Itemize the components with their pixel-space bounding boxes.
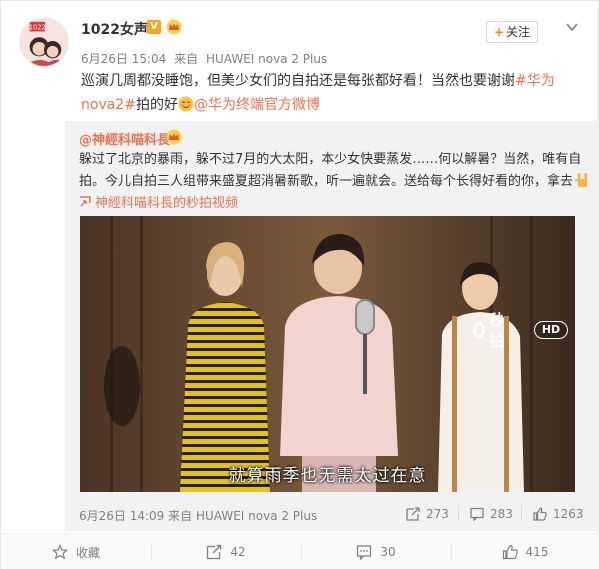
post-source[interactable]: HUAWEI nova 2 Plus (206, 52, 327, 66)
weibo-card: 1022 1022女声 V 6月26日 15:04 来自 HUAWEI nova… (0, 0, 599, 569)
comment-count: 30 (380, 545, 396, 559)
repost-comment-count[interactable]: 283 (470, 507, 513, 521)
video-link-label: 神經科喵科長的秒拍视频 (95, 196, 239, 211)
mention-link[interactable]: @华为终端官方微博 (194, 97, 320, 113)
rock-hand-emoji (575, 173, 588, 187)
divider (521, 505, 522, 521)
follow-label: 关注 (506, 25, 531, 39)
post-text: 巡演几周都没睡饱，但美少女们的自拍还是每张都好看！当然也要谢谢#华为nova2#… (81, 69, 581, 117)
hd-badge[interactable]: HD (534, 321, 568, 339)
repost-username[interactable]: @神經科喵科長 (79, 129, 170, 148)
comment-icon (470, 507, 484, 521)
crown-icon (166, 129, 182, 145)
repost-source-prefix: 来自 (168, 509, 193, 523)
like-icon (533, 507, 547, 521)
comment-icon (357, 545, 372, 560)
video-player[interactable]: 秒拍 HD 就算雨季也无需太过在意 (80, 216, 575, 492)
miaopai-ring-icon (473, 322, 486, 338)
repost-share-count[interactable]: 273 (406, 507, 449, 521)
post-text-2: 拍的好 (135, 97, 178, 113)
comment-count: 283 (490, 507, 513, 521)
chevron-down-icon[interactable] (564, 19, 580, 35)
post-meta: 6月26日 15:04 来自 HUAWEI nova 2 Plus (81, 50, 331, 67)
divider (458, 505, 459, 521)
like-count: 415 (525, 545, 549, 559)
source-prefix: 来自 (174, 52, 199, 66)
repost-body: 躲过了北京的暴雨，躲不过7月的大太阳，本少女快要蒸发……何以解暑？当然，唯有自拍… (79, 152, 582, 189)
verified-badge: V (147, 20, 161, 34)
video-subtitle: 就算雨季也无需太过在意 (228, 466, 427, 486)
repost-count: 273 (426, 507, 449, 521)
like-count: 1263 (553, 507, 584, 521)
repost-count: 42 (230, 545, 246, 559)
username[interactable]: 1022女声 (81, 19, 148, 39)
repost-box: @神經科喵科長 躲过了北京的暴雨，躲不过7月的大太阳，本少女快要蒸发……何以解暑… (65, 121, 599, 531)
repost-text: 躲过了北京的暴雨，躲不过7月的大太阳，本少女快要蒸发……何以解暑？当然，唯有自拍… (79, 149, 591, 215)
plus-icon: + (493, 25, 505, 39)
repost-meta: 6月26日 14:09 来自 HUAWEI nova 2 Plus (79, 507, 317, 524)
video-frame (80, 216, 575, 492)
like-icon (502, 544, 518, 560)
crown-icon (166, 19, 182, 35)
repost-icon (207, 544, 222, 560)
repost-like-count[interactable]: 1263 (533, 507, 584, 521)
video-link[interactable]: 神經科喵科長的秒拍视频 (79, 196, 238, 211)
avatar[interactable]: 1022 (19, 17, 69, 67)
repost-time[interactable]: 6月26日 14:09 (79, 509, 164, 523)
video-link-icon (80, 196, 91, 207)
miaopai-label: 秒拍 (489, 311, 505, 350)
follow-button[interactable]: + 关注 (486, 21, 538, 43)
repost-icon (406, 507, 420, 521)
post-time[interactable]: 6月26日 15:04 (81, 52, 166, 66)
comment-button[interactable]: 30 (301, 534, 451, 569)
like-button[interactable]: 415 (451, 534, 599, 569)
favorite-button[interactable]: 收藏 (1, 534, 151, 569)
repost-source[interactable]: HUAWEI nova 2 Plus (196, 509, 317, 523)
post-text-1: 巡演几周都没睡饱，但美少女们的自拍还是每张都好看！当然也要谢谢 (81, 73, 515, 89)
emoji-icon (178, 96, 194, 112)
repost-button[interactable]: 42 (151, 534, 301, 569)
action-bar: 收藏 42 30 415 (1, 533, 599, 569)
favorite-label: 收藏 (75, 545, 100, 560)
miaopai-logo: 秒拍 (473, 311, 508, 350)
svg-text:1022: 1022 (29, 24, 46, 32)
star-icon (51, 544, 68, 560)
